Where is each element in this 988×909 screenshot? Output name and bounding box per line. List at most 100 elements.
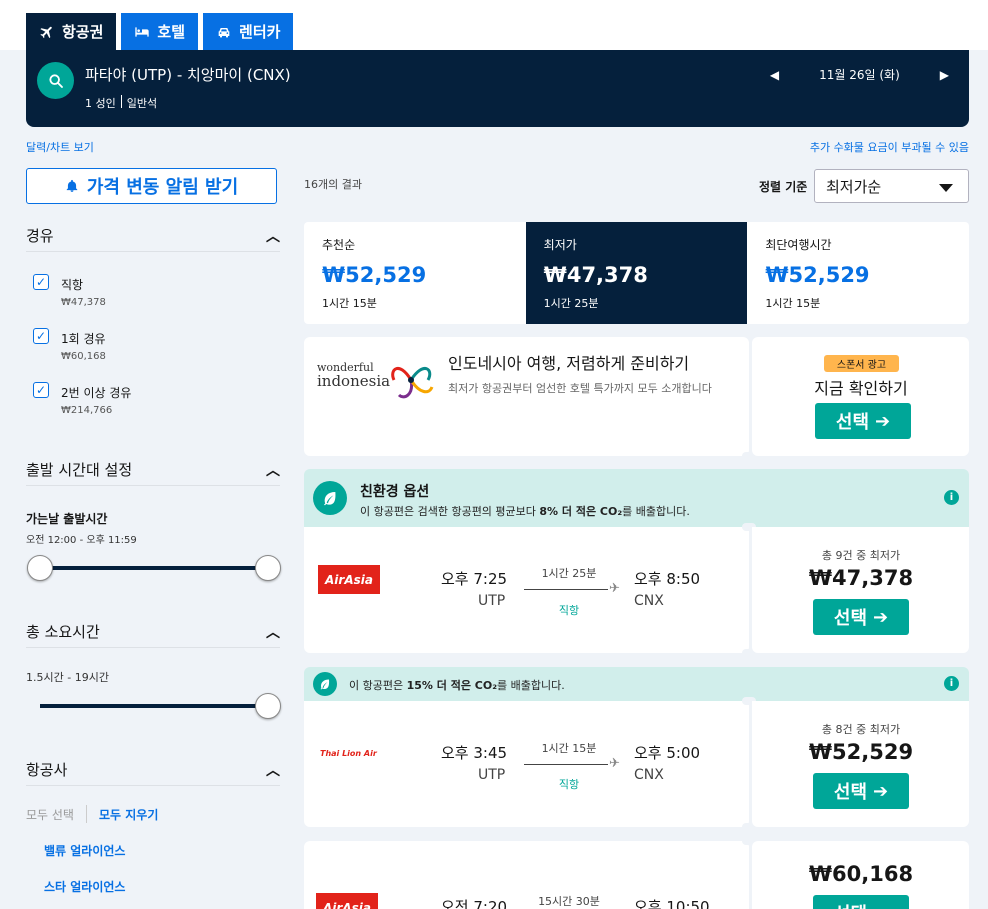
flight-results-page: 항공권 호텔 렌터카 파타야 (UTP) - 치앙마이 (CNX) 1 성인 일… [0,0,988,909]
flight-price: ₩47,378 [808,566,914,590]
chevron-up-icon[interactable]: ︿ [266,760,280,780]
departure-range: 오전 12:00 - 오후 11:59 [26,535,137,546]
trip-details: 1 성인 일반석 [85,95,157,111]
arrival-time: 오후 5:00 [634,744,701,762]
sort-tab-title: 추천순 [322,238,356,252]
next-date-icon[interactable]: ▶ [940,68,949,82]
sort-tab-price: ₩52,529 [322,263,427,287]
logo-line: indonesia [317,372,391,390]
tab-label: 렌터카 [239,23,281,41]
select-flight-button[interactable]: 선택 ➔ [813,599,909,635]
button-label: 선택 [833,782,868,803]
chevron-up-icon[interactable]: ︿ [266,460,280,480]
clear-all-link[interactable]: 모두 지우기 [99,806,158,823]
checkbox[interactable]: ✓ [33,274,49,290]
chevron-up-icon[interactable]: ︿ [266,226,280,246]
button-label: 선택 [835,412,870,433]
sort-value: 최저가순 [826,177,882,196]
select-all-link[interactable]: 모두 선택 [26,806,74,823]
stops-filter-header[interactable]: 경유 ︿ [26,225,280,246]
checkbox[interactable]: ✓ [33,328,49,344]
sort-tab-recommended[interactable]: 추천순 ₩52,529 1시간 15분 [304,222,526,324]
sort-tab-price: ₩47,378 [543,263,648,287]
search-summary-bar[interactable]: 파타야 (UTP) - 치앙마이 (CNX) 1 성인 일반석 ◀ 11월 26… [26,50,969,127]
slider-handle-min[interactable] [27,555,53,581]
eco-text: 이 항공편은 검색한 항공편의 평균보다 8% 더 적은 CO₂를 배출합니다. [360,503,690,519]
ad-select-button[interactable]: 선택 ➔ [815,403,911,439]
option-price: ₩47,378 [61,297,106,308]
departure-slider[interactable] [26,553,281,583]
plane-icon: ✈ [609,581,620,596]
flight-duration: 1시간 25분 [541,567,597,580]
sort-tab-fastest[interactable]: 최단여행시간 ₩52,529 1시간 15분 [747,222,969,324]
info-icon[interactable]: i [944,490,959,505]
flight-line [524,764,608,765]
alliance-item[interactable]: 밸류 얼라이언스 [44,842,125,859]
eco-text-suffix: 를 배출합니다. [497,679,565,692]
deals-count: 총 9건 중 최저가 [821,549,901,562]
divider [26,647,280,648]
departure-filter-header[interactable]: 출발 시간대 설정 ︿ [26,459,280,480]
ad-description: 최저가 항공권부터 엄선한 호텔 특가까지 모두 소개합니다 [448,382,712,395]
sort-dropdown[interactable]: 최저가순 [814,169,969,203]
slider-track [40,704,266,708]
tab-label: 항공권 [62,23,104,41]
airline-logo: AirAsia [318,565,380,594]
departure-airport: UTP [478,593,506,609]
tab-flights[interactable]: 항공권 [26,13,117,50]
duration-filter-header[interactable]: 총 소요시간 ︿ [26,621,280,642]
arrow-right-icon: ➔ [873,780,889,802]
plane-icon: ✈ [609,756,620,771]
divider [26,251,280,252]
wonderful-indonesia-logo: wonderful indonesia [317,361,390,390]
departure-filter-title: 출발 시간대 설정 [26,461,133,479]
airline-logo: Thai Lion Air [320,749,377,758]
ad-cta-text: 지금 확인하기 [814,379,908,398]
duration-slider[interactable] [26,691,281,721]
route-text: 파타야 (UTP) - 치앙마이 (CNX) [85,66,291,84]
chevron-up-icon[interactable]: ︿ [266,622,280,642]
option-price: ₩214,766 [61,405,113,416]
option-label: 1회 경유 [61,332,106,346]
price-alert-button[interactable]: 가격 변동 알림 받기 [26,168,277,204]
fees-link[interactable]: 추가 수화물 요금이 부과될 수 있음 [810,139,969,155]
sort-tab-cheapest[interactable]: 최저가 ₩47,378 1시간 25분 [525,222,748,324]
tab-hotels[interactable]: 호텔 [121,13,199,50]
option-label: 직항 [61,278,84,292]
flight-stops: 직항 [558,604,580,617]
search-icon [48,73,63,88]
calendar-link[interactable]: 달력/차트 보기 [26,139,94,155]
select-flight-button[interactable]: 선택 ➔ [813,895,909,909]
alliance-item[interactable]: 스타 얼라이언스 [44,878,125,895]
separator [85,805,87,823]
info-icon[interactable]: i [944,676,959,691]
arrow-right-icon: ➔ [873,606,889,628]
airlines-filter-title: 항공사 [26,761,68,779]
slider-handle-max[interactable] [255,555,281,581]
select-flight-button[interactable]: 선택 ➔ [813,773,909,809]
flight-card[interactable]: AirAsia [304,523,756,657]
leaf-icon-circle [313,481,347,515]
eco-text: 이 항공편은 15% 더 적은 CO₂를 배출합니다. [349,677,565,693]
date-navigator: ◀ 11월 26일 (화) ▶ [770,66,949,83]
caret-down-icon [939,184,953,192]
prev-date-icon[interactable]: ◀ [770,68,779,82]
flight-line [524,589,608,590]
divider [26,485,280,486]
tab-cars[interactable]: 렌터카 [203,13,294,50]
checkbox[interactable]: ✓ [33,382,49,398]
sort-label: 정렬 기준 [759,180,808,194]
ad-title: 인도네시아 여행, 저렴하게 준비하기 [448,354,690,373]
airlines-filter-header[interactable]: 항공사 ︿ [26,759,280,780]
eco-text-prefix: 이 항공편은 [349,679,407,692]
flight-price: ₩52,529 [808,740,914,764]
bed-icon [135,26,150,37]
search-button[interactable] [37,62,74,99]
departure-time: 오후 3:45 [441,744,508,762]
option-price: ₩60,168 [61,351,106,362]
button-label: 선택 [833,608,868,629]
eco-title: 친환경 옵션 [360,484,430,500]
leaf-icon [320,679,330,690]
slider-handle-max[interactable] [255,693,281,719]
sort-tab-duration: 1시간 15분 [322,297,377,310]
